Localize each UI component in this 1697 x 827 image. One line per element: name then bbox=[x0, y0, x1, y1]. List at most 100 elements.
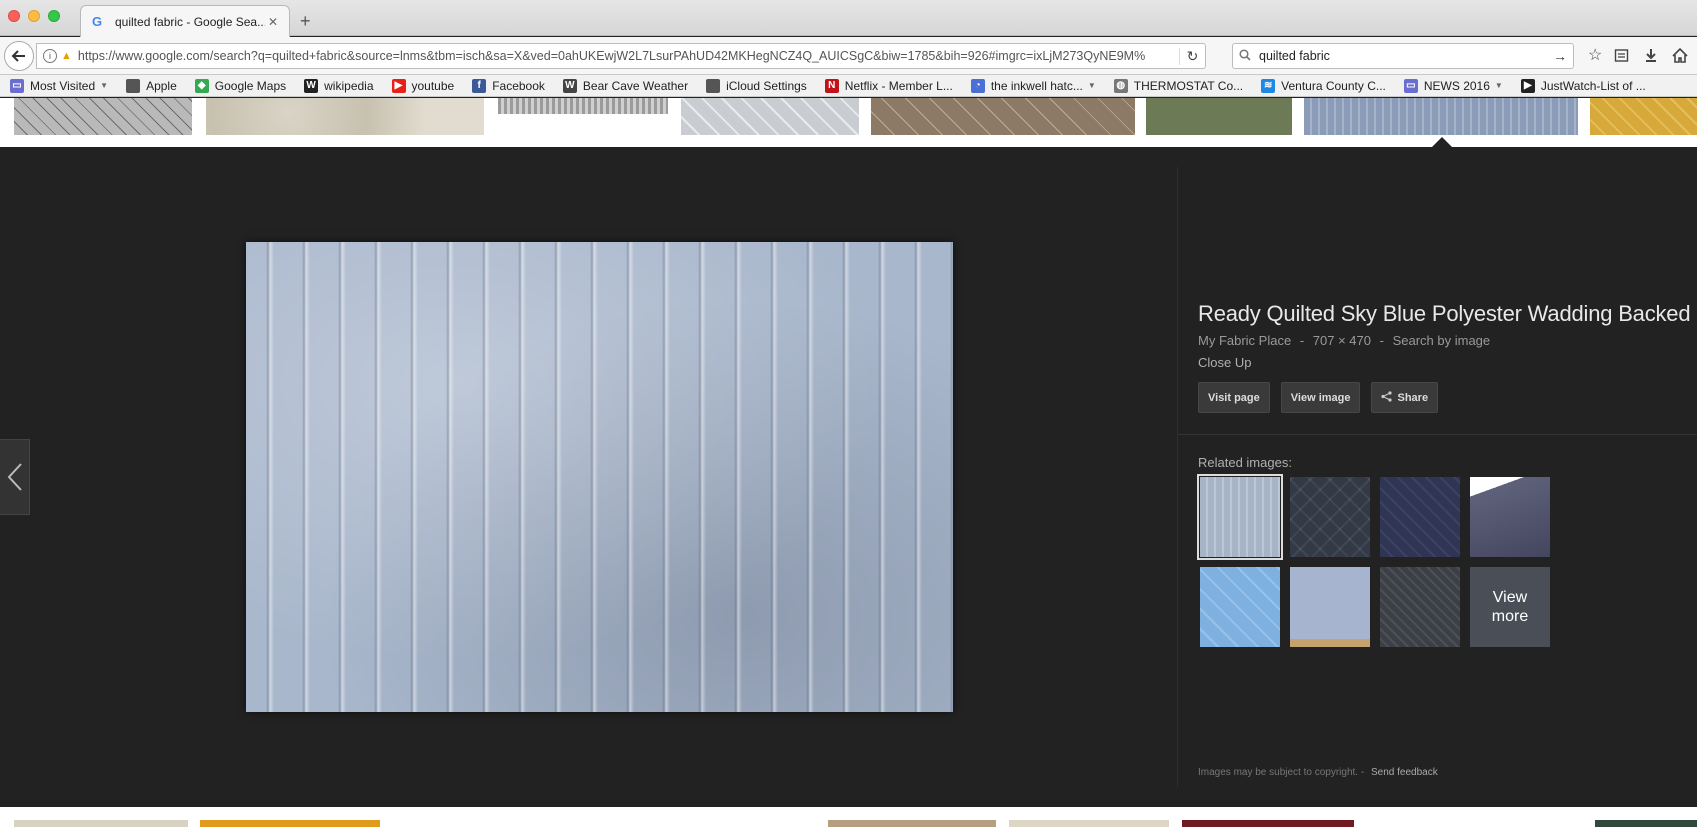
result-thumbnail[interactable] bbox=[206, 98, 484, 135]
netflix-icon: N bbox=[824, 78, 839, 93]
section-divider bbox=[1178, 434, 1697, 435]
related-image-thumbnail[interactable] bbox=[1290, 567, 1370, 647]
bookmark-item[interactable]: ▭ Most Visited ▼ bbox=[10, 78, 109, 93]
related-image-thumbnail[interactable] bbox=[1470, 477, 1550, 557]
bookmark-item[interactable]: ◍ THERMOSTAT Co... bbox=[1113, 78, 1244, 93]
result-thumbnail[interactable] bbox=[681, 98, 859, 135]
rss-icon: ◔ bbox=[970, 78, 985, 93]
home-icon[interactable] bbox=[1672, 47, 1688, 67]
reading-list-icon[interactable] bbox=[1614, 48, 1629, 67]
close-window-button[interactable] bbox=[8, 10, 20, 22]
maps-icon: ◆ bbox=[194, 78, 209, 93]
result-thumbnail-selected[interactable] bbox=[1304, 98, 1578, 135]
view-more-button[interactable]: View more bbox=[1470, 567, 1550, 647]
facebook-icon: f bbox=[472, 78, 487, 93]
zoom-window-button[interactable] bbox=[48, 10, 60, 22]
copyright-footer: Images may be subject to copyright. - Se… bbox=[1198, 767, 1438, 778]
url-text[interactable]: https://www.google.com/search?q=quilted+… bbox=[78, 49, 1179, 63]
apple-icon bbox=[126, 78, 141, 93]
ventura-icon: ≋ bbox=[1261, 78, 1276, 93]
bookmark-item[interactable]: Apple bbox=[126, 78, 177, 93]
result-thumbnail[interactable] bbox=[1590, 98, 1697, 135]
search-by-image-link[interactable]: Search by image bbox=[1393, 333, 1491, 348]
new-tab-button[interactable]: + bbox=[300, 12, 311, 30]
bookmark-label: Most Visited bbox=[30, 78, 96, 93]
meta-separator: - bbox=[1379, 333, 1384, 348]
bookmark-label: the inkwell hatc... bbox=[990, 78, 1083, 93]
minimize-window-button[interactable] bbox=[28, 10, 40, 22]
back-button[interactable] bbox=[4, 41, 34, 71]
related-image-thumbnail[interactable] bbox=[1197, 474, 1283, 560]
meta-separator: - bbox=[1299, 333, 1305, 348]
result-thumbnail[interactable] bbox=[1009, 820, 1169, 827]
bookmark-item[interactable]: N Netflix - Member L... bbox=[824, 78, 953, 93]
bookmark-item[interactable]: ▭ NEWS 2016 ▼ bbox=[1403, 78, 1503, 93]
warning-lock-icon[interactable]: ▲ bbox=[61, 50, 72, 62]
result-thumbnail[interactable] bbox=[1146, 98, 1292, 135]
bookmark-item[interactable]: ▶ JustWatch-List of ... bbox=[1520, 78, 1646, 93]
chevron-left-icon bbox=[7, 463, 22, 491]
result-thumbnail[interactable] bbox=[1595, 820, 1697, 827]
apple-icon bbox=[706, 78, 721, 93]
meta-separator: - bbox=[1360, 767, 1365, 778]
search-box[interactable]: quilted fabric → bbox=[1232, 43, 1574, 69]
previous-image-button[interactable] bbox=[0, 439, 30, 515]
bookmark-item[interactable]: iCloud Settings bbox=[706, 78, 807, 93]
tab-google-search[interactable]: G quilted fabric - Google Sea... ✕ bbox=[80, 5, 290, 37]
bookmark-item[interactable]: ▶ youtube bbox=[391, 78, 454, 93]
visit-page-button[interactable]: Visit page bbox=[1198, 382, 1270, 413]
bookmark-item[interactable]: ◔ the inkwell hatc... ▼ bbox=[970, 78, 1096, 93]
results-thumbnail-strip-bottom bbox=[0, 807, 1697, 827]
related-image-thumbnail[interactable] bbox=[1200, 567, 1280, 647]
bookmark-item[interactable]: W Bear Cave Weather bbox=[562, 78, 688, 93]
source-site-link[interactable]: My Fabric Place bbox=[1198, 333, 1291, 348]
search-input[interactable]: quilted fabric bbox=[1259, 49, 1553, 63]
image-title[interactable]: Ready Quilted Sky Blue Polyester Wadding… bbox=[1198, 301, 1691, 327]
related-image-thumbnail[interactable] bbox=[1380, 567, 1460, 647]
bookmark-label: wikipedia bbox=[324, 78, 374, 93]
result-thumbnail[interactable] bbox=[871, 98, 1135, 135]
bookmark-star-icon[interactable]: ☆ bbox=[1588, 48, 1602, 64]
send-feedback-link[interactable]: Send feedback bbox=[1371, 767, 1438, 778]
bookmark-item[interactable]: ≋ Ventura County C... bbox=[1261, 78, 1386, 93]
reload-icon[interactable]: ↻ bbox=[1179, 47, 1205, 65]
chevron-down-icon: ▼ bbox=[100, 81, 109, 90]
main-preview-image[interactable] bbox=[246, 242, 953, 712]
related-image-thumbnail[interactable] bbox=[1290, 477, 1370, 557]
copyright-notice: Images may be subject to copyright. bbox=[1198, 767, 1359, 778]
related-image-thumbnail[interactable] bbox=[1380, 477, 1460, 557]
view-image-button[interactable]: View image bbox=[1280, 382, 1361, 413]
download-icon[interactable] bbox=[1644, 48, 1658, 67]
bookmark-item[interactable]: f Facebook bbox=[472, 78, 545, 93]
folder-icon: ▭ bbox=[1403, 78, 1418, 93]
share-label: Share bbox=[1397, 391, 1429, 404]
image-viewer-panel: Ready Quilted Sky Blue Polyester Wadding… bbox=[0, 147, 1697, 807]
bookmark-label: THERMOSTAT Co... bbox=[1133, 78, 1244, 93]
image-meta: My Fabric Place - 707 × 470 - Search by … bbox=[1198, 333, 1495, 348]
close-tab-icon[interactable]: ✕ bbox=[265, 14, 281, 30]
selected-pointer bbox=[1432, 137, 1452, 147]
result-thumbnail[interactable] bbox=[14, 820, 188, 827]
tab-strip: G quilted fabric - Google Sea... ✕ + bbox=[0, 0, 1697, 37]
back-arrow-icon bbox=[11, 50, 25, 62]
bookmark-item[interactable]: ◆ Google Maps bbox=[194, 78, 286, 93]
action-buttons: Visit page View image Share bbox=[1198, 382, 1449, 413]
url-bar[interactable]: i ▲ https://www.google.com/search?q=quil… bbox=[36, 43, 1206, 69]
bookmark-label: iCloud Settings bbox=[726, 78, 807, 93]
result-thumbnail[interactable] bbox=[200, 820, 380, 827]
result-thumbnail[interactable] bbox=[1182, 820, 1354, 827]
search-go-icon[interactable]: → bbox=[1553, 48, 1567, 64]
bookmark-label: Facebook bbox=[492, 78, 545, 93]
info-icon[interactable]: i bbox=[43, 49, 57, 63]
bookmark-label: Ventura County C... bbox=[1281, 78, 1386, 93]
navigation-bar: i ▲ https://www.google.com/search?q=quil… bbox=[0, 37, 1697, 75]
result-thumbnail[interactable] bbox=[14, 98, 192, 135]
bookmark-item[interactable]: Wwikipedia bbox=[304, 78, 374, 93]
search-icon bbox=[1239, 48, 1251, 64]
result-thumbnail[interactable] bbox=[828, 820, 996, 827]
result-thumbnail[interactable] bbox=[498, 98, 668, 114]
share-button[interactable]: Share bbox=[1371, 382, 1439, 413]
bookmarks-bar: ▭ Most Visited ▼ Apple ◆ Google Maps Wwikipedi… bbox=[0, 75, 1697, 97]
bookmark-label: Netflix - Member L... bbox=[844, 78, 953, 93]
share-icon bbox=[1381, 390, 1393, 405]
